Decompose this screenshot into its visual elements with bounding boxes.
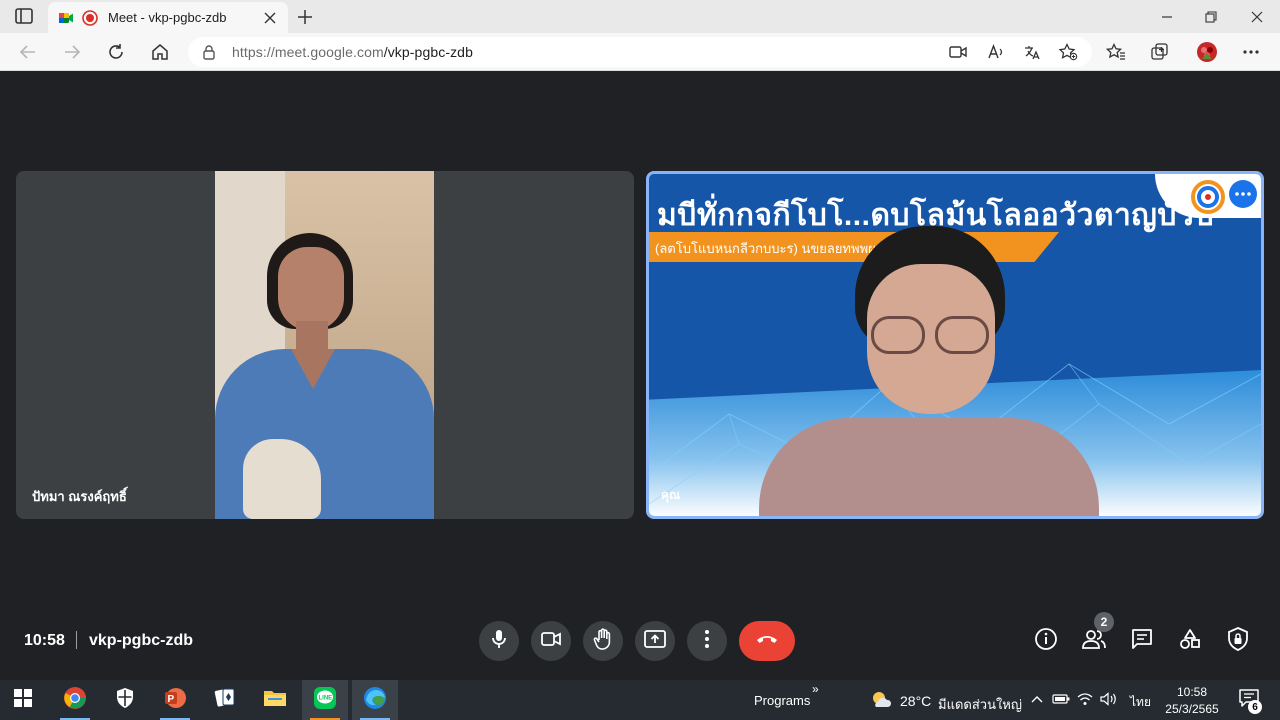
partly-sunny-icon[interactable] xyxy=(870,690,892,710)
address-bar[interactable]: https://meet.google.com/vkp-pgbc-zdb xyxy=(188,37,1092,67)
powerpoint-icon: P xyxy=(163,686,187,715)
url-text: https://meet.google.com/vkp-pgbc-zdb xyxy=(232,44,473,60)
read-aloud-icon[interactable] xyxy=(986,43,1006,61)
participant-video-1 xyxy=(215,171,434,519)
meeting-time: 10:58 xyxy=(24,632,65,649)
participant-name-1: ปัทมา ณรงค์ฤทธิ์ xyxy=(32,489,127,504)
taskbar-line[interactable]: LINE xyxy=(302,680,348,720)
back-icon[interactable] xyxy=(16,40,40,64)
notification-count-badge: 6 xyxy=(1248,700,1262,714)
svg-text:LINE: LINE xyxy=(319,695,333,701)
browser-tab-meet[interactable]: Meet - vkp-pgbc-zdb xyxy=(48,2,288,33)
leave-call-button[interactable] xyxy=(739,621,795,661)
battery-icon[interactable] xyxy=(1052,690,1070,708)
participant-tile-2[interactable]: มบีทั่กกจกีโบโ...ดบโลม้นโลออวัวตาญบัวป (… xyxy=(646,171,1264,519)
microphone-button[interactable] xyxy=(479,621,519,661)
recording-indicator-icon xyxy=(82,9,98,26)
tile-options-icon[interactable] xyxy=(1229,180,1257,208)
weather-description[interactable]: มีแดดส่วนใหญ่ xyxy=(938,694,1022,715)
restore-icon[interactable] xyxy=(1200,6,1222,28)
chat-icon xyxy=(1131,628,1153,655)
tab-title: Meet - vkp-pgbc-zdb xyxy=(108,10,227,25)
svg-text:P: P xyxy=(168,694,175,705)
participant-tile-1[interactable]: ปัทมา ณรงค์ฤทธิ์ xyxy=(16,171,634,519)
chrome-icon xyxy=(63,686,87,715)
tab-actions-icon[interactable] xyxy=(14,7,34,25)
hand-icon xyxy=(593,627,613,655)
present-now-button[interactable] xyxy=(635,621,675,661)
taskbar-solitaire[interactable] xyxy=(202,680,248,720)
shield-lock-icon xyxy=(1227,626,1249,656)
vertical-dots-icon xyxy=(705,629,709,653)
camera-button[interactable] xyxy=(531,621,571,661)
clock-date: 25/3/2565 xyxy=(1165,702,1219,716)
microphone-icon xyxy=(491,629,507,654)
refresh-icon[interactable] xyxy=(104,40,128,64)
close-tab-icon[interactable] xyxy=(262,10,278,26)
video-camera-icon xyxy=(541,631,561,651)
divider xyxy=(76,631,77,649)
add-favorite-icon[interactable] xyxy=(1058,43,1078,61)
line-app-icon: LINE xyxy=(313,686,337,715)
clock-time: 10:58 xyxy=(1176,685,1208,699)
camera-permission-icon[interactable] xyxy=(948,43,968,61)
activities-button[interactable] xyxy=(1175,626,1205,656)
info-icon xyxy=(1034,627,1058,656)
minimize-icon[interactable] xyxy=(1156,6,1178,28)
taskbar-clock[interactable]: 10:58 25/3/2565 xyxy=(1162,684,1222,718)
google-meet-icon xyxy=(58,10,74,26)
shield-icon xyxy=(115,687,135,714)
collections-icon[interactable] xyxy=(1149,41,1171,63)
lock-icon[interactable] xyxy=(202,44,216,65)
taskbar-edge[interactable] xyxy=(352,680,398,720)
present-screen-icon xyxy=(644,629,666,653)
shapes-icon xyxy=(1179,628,1201,655)
favorites-icon[interactable] xyxy=(1105,41,1127,63)
browser-toolbar: https://meet.google.com/vkp-pgbc-zdb xyxy=(0,33,1280,71)
taskbar-toolbar-programs[interactable]: Programs xyxy=(754,693,810,708)
close-window-icon[interactable] xyxy=(1246,6,1268,28)
translate-icon[interactable] xyxy=(1022,43,1042,61)
volume-icon[interactable] xyxy=(1100,690,1118,708)
meeting-details-button[interactable] xyxy=(1031,626,1061,656)
input-language[interactable]: ไทย xyxy=(1130,693,1151,712)
host-controls-button[interactable] xyxy=(1223,626,1253,656)
cards-icon xyxy=(213,686,237,715)
edge-icon xyxy=(363,686,387,715)
meeting-code: vkp-pgbc-zdb xyxy=(89,632,193,649)
weather-temperature[interactable]: 28°C xyxy=(900,693,931,709)
wifi-icon[interactable] xyxy=(1076,690,1094,708)
home-icon[interactable] xyxy=(148,40,172,64)
taskbar-chrome[interactable] xyxy=(52,680,98,720)
folder-icon xyxy=(263,688,287,713)
profile-avatar[interactable] xyxy=(1196,41,1218,63)
show-hidden-icons-icon[interactable] xyxy=(1028,690,1046,708)
raise-hand-button[interactable] xyxy=(583,621,623,661)
taskbar-powerpoint[interactable]: P xyxy=(152,680,198,720)
chat-button[interactable] xyxy=(1127,626,1157,656)
hang-up-icon xyxy=(755,632,779,650)
taskbar-file-explorer[interactable] xyxy=(252,680,298,720)
more-options-button[interactable] xyxy=(687,621,727,661)
participant-name-2: คุณ xyxy=(661,488,681,502)
more-options-icon[interactable] xyxy=(1240,41,1262,63)
participant-count-badge: 2 xyxy=(1094,612,1114,632)
forward-icon[interactable] xyxy=(60,40,84,64)
browser-tab-bar: Meet - vkp-pgbc-zdb xyxy=(0,0,1280,33)
taskbar-toolbar-expand[interactable]: » xyxy=(812,682,819,696)
start-button[interactable] xyxy=(0,680,46,720)
taskbar-security[interactable] xyxy=(102,680,148,720)
windows-logo-icon xyxy=(14,688,32,712)
new-tab-icon[interactable] xyxy=(294,6,316,28)
